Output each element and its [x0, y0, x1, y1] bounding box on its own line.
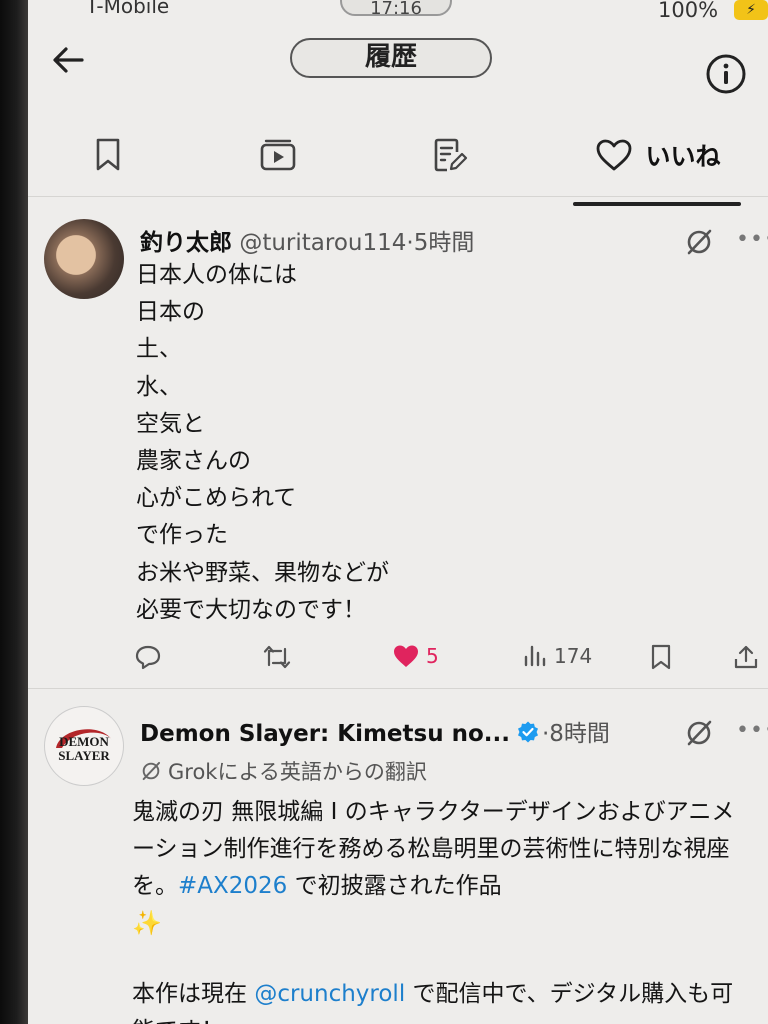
tab-bar: いいね — [28, 110, 768, 206]
post-text: 本作は現在 @crunchyroll で配信中で、デジタル購入も可能です！ — [132, 976, 752, 1024]
post-text-line: で作った — [136, 522, 228, 549]
post-text: 鬼滅の刃 無限城編 I のキャラクターデザインおよびアニメーション制作進行を務め… — [132, 794, 752, 943]
grok-icon — [142, 761, 161, 781]
share-button[interactable] — [732, 643, 760, 671]
post[interactable]: DEMON SLAYER Demon Slayer: Kimetsu no...… — [28, 692, 768, 1024]
divider — [28, 688, 768, 689]
tab-video[interactable] — [238, 110, 318, 200]
bookmark-icon — [651, 644, 671, 670]
separator: · — [406, 230, 414, 256]
post-header: 釣り太郎 @turitarou114·5時間 — [140, 223, 474, 257]
views-button[interactable]: 174 — [522, 643, 592, 669]
video-icon — [260, 139, 296, 171]
post-time: 8時間 — [549, 721, 610, 747]
more-icon[interactable]: ••• — [736, 227, 768, 252]
header: 履歴 — [28, 28, 768, 98]
post[interactable]: 釣り太郎 @turitarou114·5時間 ••• 日本人の体には 日本の 土… — [28, 205, 768, 685]
tab-likes[interactable]: いいね — [573, 110, 743, 200]
share-icon — [734, 645, 758, 669]
avatar[interactable] — [44, 219, 124, 299]
sparkle-emoji: ✨ — [132, 909, 162, 937]
post-text: 日本人の体には 日本の 土、 水、 空気と 農家さんの 心がこめられて で作った… — [136, 257, 389, 629]
grok-icon — [687, 720, 712, 746]
post-text-line: 土、 — [136, 336, 182, 363]
page-title: 履歴 — [290, 38, 492, 78]
battery-percent: 100% — [658, 0, 719, 22]
post-text-line: 農家さんの — [136, 448, 251, 475]
status-bar: T-Mobile 17:16 100% ⚡ — [28, 0, 768, 28]
carrier-label: T-Mobile — [86, 0, 170, 18]
post-text-segment: で初披露された作品 — [287, 873, 502, 899]
info-icon — [706, 54, 746, 94]
author-handle[interactable]: @turitarou114 — [239, 230, 406, 256]
arrow-left-icon — [53, 47, 84, 73]
grok-icon — [687, 229, 712, 255]
phone-screen: T-Mobile 17:16 100% ⚡ 履歴 いいね 釣り太郎 @turit… — [28, 0, 768, 1024]
repost-button[interactable] — [262, 643, 298, 671]
demon-slayer-logo-icon: DEMON SLAYER — [56, 729, 112, 763]
grok-button[interactable] — [684, 227, 714, 257]
post-text-line: 日本人の体には — [136, 262, 297, 288]
translation-note[interactable]: Grokによる英語からの翻訳 — [140, 756, 427, 786]
like-count: 5 — [426, 644, 439, 668]
repost-icon — [263, 645, 291, 669]
post-actions: 5 174 — [134, 643, 768, 679]
avatar[interactable]: DEMON SLAYER — [44, 706, 124, 786]
verified-badge-icon — [517, 721, 538, 743]
heart-icon — [597, 139, 632, 171]
post-time: 5時間 — [413, 230, 475, 256]
list-edit-icon — [434, 138, 468, 172]
reply-button[interactable] — [134, 643, 168, 671]
post-text-line: 必要で大切なのです！ — [136, 596, 366, 623]
post-header: Demon Slayer: Kimetsu no... ·8時間 — [140, 714, 610, 748]
battery-icon: ⚡ — [734, 0, 768, 20]
svg-text:DEMON: DEMON — [59, 734, 109, 749]
bookmark-icon — [96, 138, 120, 171]
heart-filled-icon — [394, 645, 418, 667]
post-text-line: 心がこめられて — [136, 485, 297, 512]
back-button[interactable] — [48, 40, 88, 80]
tab-lists[interactable] — [410, 110, 490, 200]
view-count: 174 — [554, 644, 593, 668]
hashtag-link[interactable]: #AX2026 — [178, 873, 287, 899]
tab-likes-label: いいね — [645, 142, 721, 171]
more-icon[interactable]: ••• — [736, 718, 768, 743]
post-text-line: 日本の — [136, 299, 205, 326]
author-name[interactable]: 釣り太郎 — [140, 230, 232, 256]
author-name[interactable]: Demon Slayer: Kimetsu no... — [140, 721, 510, 747]
tab-bookmarks[interactable] — [68, 110, 148, 200]
reply-icon — [135, 645, 161, 670]
info-button[interactable] — [704, 52, 748, 96]
divider — [28, 196, 768, 197]
post-text-segment: 本作は現在 — [132, 981, 255, 1007]
like-button[interactable]: 5 — [392, 643, 439, 669]
post-text-line: 水、 — [136, 373, 182, 400]
status-time: 17:16 — [340, 0, 452, 19]
svg-text:SLAYER: SLAYER — [58, 748, 110, 763]
translation-label: Grokによる英語からの翻訳 — [168, 760, 427, 784]
bookmark-button[interactable] — [648, 643, 674, 671]
mention-link[interactable]: @crunchyroll — [254, 981, 405, 1007]
device-bezel — [0, 0, 28, 1024]
views-icon — [524, 645, 546, 667]
post-text-line: お米や野菜、果物などが — [136, 559, 389, 586]
grok-button[interactable] — [684, 718, 714, 748]
post-text-line: 空気と — [136, 410, 205, 437]
